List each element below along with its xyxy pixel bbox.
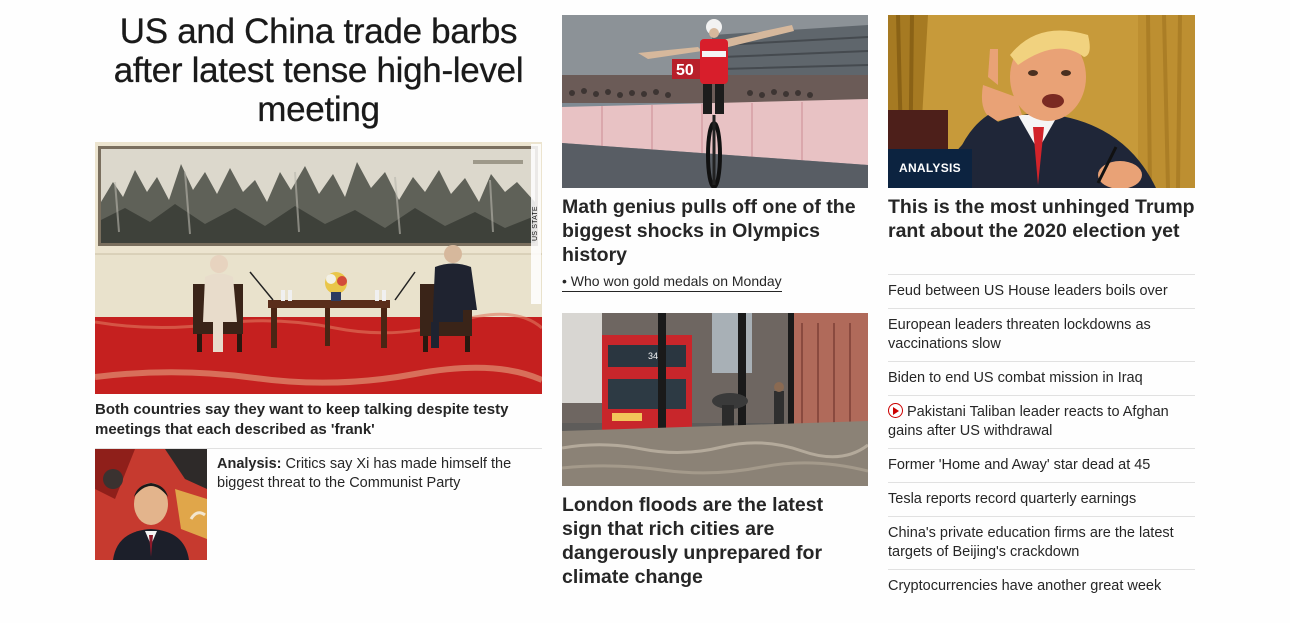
news-homepage-section: US and China trade barbs after latest te… [0, 0, 1290, 623]
main-story-image[interactable]: US STATE DEPARTMENT/UPI/SHUTTERSTOCK [95, 142, 542, 394]
flood-story-image[interactable]: 344 [562, 313, 868, 486]
related-story-link[interactable]: Analysis: Critics say Xi has made himsel… [217, 455, 537, 493]
list-item[interactable]: Tesla reports record quarterly earnings [888, 482, 1195, 516]
list-item[interactable]: Cryptocurrencies have another great week [888, 569, 1195, 603]
list-item-text: China's private education firms are the … [888, 525, 1174, 560]
main-story-headline[interactable]: US and China trade barbs after latest te… [95, 12, 542, 142]
list-item[interactable]: Biden to end US combat mission in Iraq [888, 361, 1195, 395]
flood-story-headline[interactable]: London floods are the latest sign that r… [562, 493, 868, 589]
list-item[interactable]: Feud between US House leaders boils over [888, 274, 1195, 308]
list-item[interactable]: Former 'Home and Away' star dead at 45 [888, 448, 1195, 482]
list-item-text: Former 'Home and Away' star dead at 45 [888, 457, 1151, 473]
olympics-story-image[interactable]: 50 [562, 15, 868, 188]
olympics-sub-link[interactable]: • Who won gold medals on Monday [562, 272, 782, 292]
list-item-text: European leaders threaten lockdowns as v… [888, 317, 1151, 352]
list-item-text: Feud between US House leaders boils over [888, 283, 1168, 299]
svg-text:50: 50 [676, 62, 694, 79]
related-story-thumbnail[interactable] [95, 449, 207, 560]
analysis-badge: ANALYSIS [888, 149, 972, 188]
list-item-text: Biden to end US combat mission in Iraq [888, 370, 1143, 386]
trump-story-headline[interactable]: This is the most unhinged Trump rant abo… [888, 195, 1195, 243]
list-item-text: Cryptocurrencies have another great week [888, 578, 1162, 594]
list-item-text: Pakistani Taliban leader reacts to Afgha… [888, 404, 1169, 439]
olympics-story-headline[interactable]: Math genius pulls off one of the biggest… [562, 195, 868, 267]
analysis-label: Analysis: [217, 456, 282, 472]
trump-story-image[interactable]: ANALYSIS [888, 15, 1195, 188]
list-item-text: Tesla reports record quarterly earnings [888, 491, 1137, 507]
list-item[interactable]: Pakistani Taliban leader reacts to Afgha… [888, 395, 1195, 448]
video-play-icon [888, 403, 903, 418]
main-story-caption[interactable]: Both countries say they want to keep tal… [95, 400, 542, 440]
list-item[interactable]: European leaders threaten lockdowns as v… [888, 308, 1195, 361]
photo-credit: US STATE DEPARTMENT/UPI/SHUTTERSTOCK [531, 144, 541, 304]
headline-list: Feud between US House leaders boils over… [888, 274, 1195, 603]
main-story-column: US and China trade barbs after latest te… [95, 12, 542, 560]
list-item[interactable]: China's private education firms are the … [888, 516, 1195, 569]
